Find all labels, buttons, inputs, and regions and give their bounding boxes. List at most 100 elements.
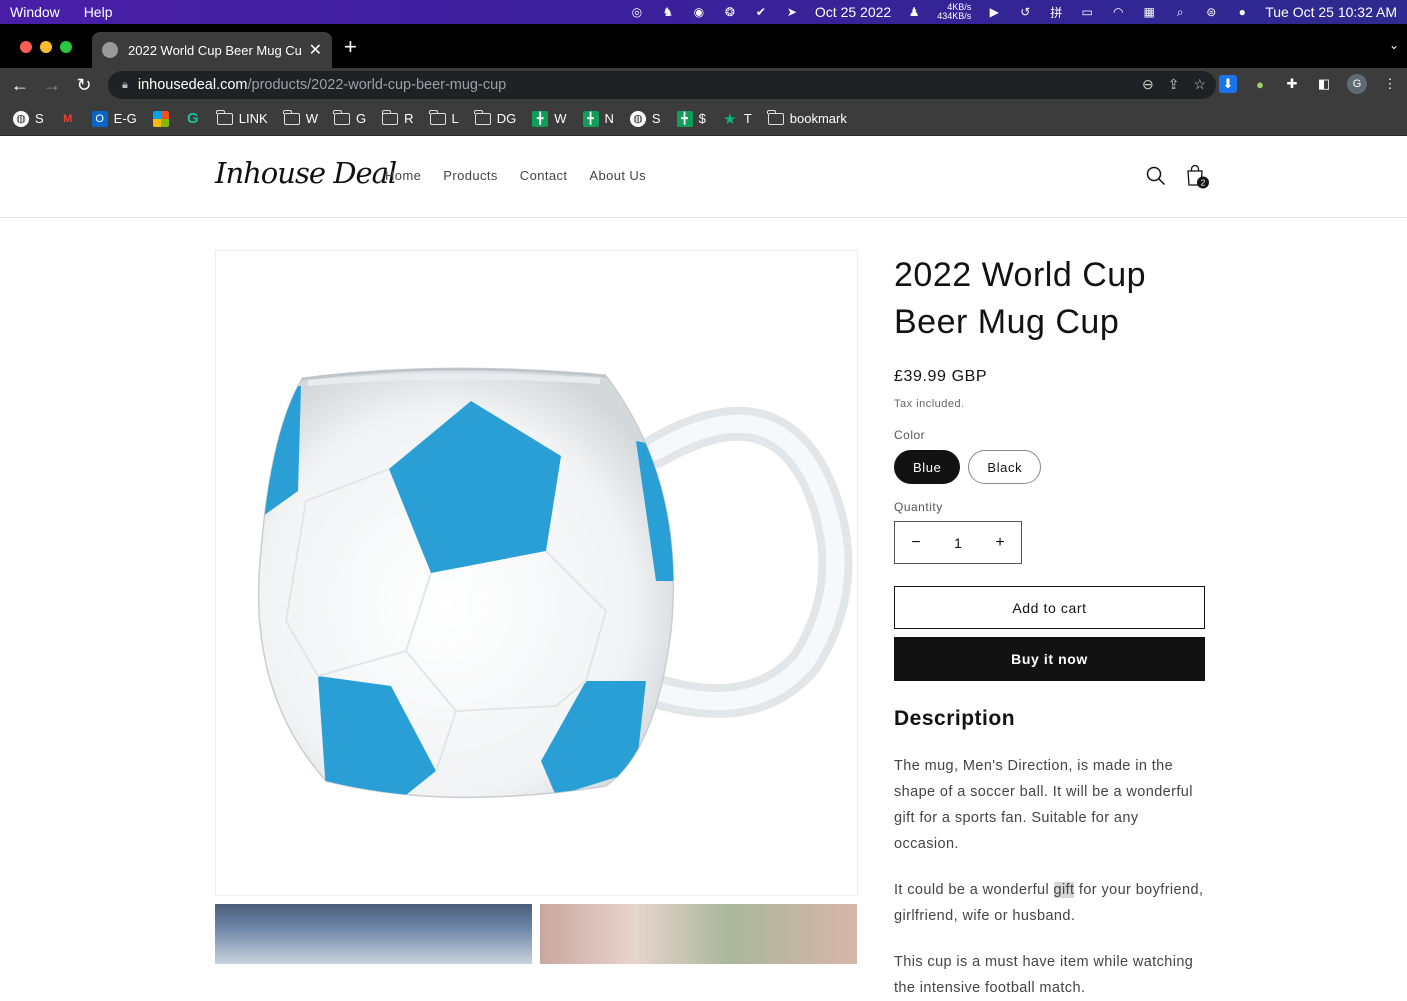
tax-note: Tax included. — [894, 398, 965, 410]
input-method-icon[interactable]: 拼 — [1048, 4, 1064, 20]
new-tab-button[interactable]: + — [344, 34, 357, 60]
check-icon[interactable]: ✔ — [753, 4, 769, 20]
bookmark-folder[interactable]: DG — [474, 109, 516, 126]
forward-button[interactable]: → — [36, 75, 68, 96]
bookmark-item[interactable]: ╋ W — [532, 110, 567, 127]
url-host: inhousedeal.com — [137, 77, 248, 93]
menubar-clock[interactable]: Tue Oct 25 10:32 AM — [1265, 4, 1397, 20]
time-machine-icon[interactable]: ↺ — [1017, 4, 1033, 20]
bookmark-item[interactable]: ◍ S — [629, 110, 661, 127]
product-price: £39.99 GBP — [894, 368, 988, 385]
siri-icon[interactable]: ● — [1234, 4, 1250, 20]
bookmark-item[interactable]: M — [60, 111, 76, 127]
bookmark-star-icon[interactable]: ☆ — [1193, 76, 1206, 93]
thumbnail-image[interactable] — [215, 904, 532, 964]
bookmark-item[interactable]: ★ T — [722, 110, 752, 128]
folder-icon — [333, 109, 350, 125]
bear-icon[interactable]: ❂ — [722, 4, 738, 20]
sheets-icon: ╋ — [582, 110, 599, 127]
bookmark-item[interactable]: ◍ S — [13, 110, 44, 127]
circle-extension-icon[interactable]: ● — [1251, 75, 1269, 93]
star-icon: ★ — [723, 110, 737, 128]
quantity-input[interactable]: 1 — [954, 535, 962, 551]
description-paragraph: The mug, Men's Direction, is made in the… — [894, 758, 1193, 852]
microsoft-icon — [152, 110, 169, 127]
nav-products[interactable]: Products — [443, 168, 498, 183]
site-logo[interactable]: Inhouse Deal — [215, 156, 397, 190]
play-icon[interactable]: ▶ — [986, 4, 1002, 20]
bookmark-folder[interactable]: LINK — [216, 109, 268, 126]
bookmark-item[interactable]: G — [185, 110, 201, 127]
search-icon[interactable] — [1146, 166, 1166, 186]
bookmarks-bar: ◍ S M O E-G G LINK W G R L DG ╋ W ╋ N ◍ S ╋ $ … — [0, 102, 1407, 136]
bookmark-item[interactable]: O E-G — [91, 110, 137, 127]
keyboard-icon[interactable]: ▦ — [1141, 4, 1157, 20]
folder-icon — [767, 109, 784, 125]
thumbnail-image[interactable] — [540, 904, 857, 964]
wifi-icon[interactable]: ◠ — [1110, 4, 1126, 20]
zoom-icon[interactable]: ⊖ — [1142, 76, 1154, 93]
bookmark-folder[interactable]: W — [283, 109, 318, 126]
bookmark-folder[interactable]: bookmark — [767, 109, 847, 126]
bookmark-item[interactable]: ╋ $ — [676, 110, 706, 127]
battery-icon[interactable]: ▭ — [1079, 4, 1095, 20]
close-tab-icon[interactable]: ✕ — [309, 40, 322, 60]
folder-icon — [381, 109, 399, 125]
download-extension-icon[interactable]: ⬇ — [1219, 75, 1237, 93]
quantity-label: Quantity — [894, 500, 943, 514]
zoom-window-button[interactable] — [60, 41, 72, 53]
tab-search-chevron-icon[interactable]: ⌄ — [1389, 38, 1399, 52]
spotlight-icon[interactable]: ⌕ — [1172, 4, 1188, 20]
bookmark-item[interactable]: ╋ N — [582, 110, 614, 127]
close-window-button[interactable] — [20, 41, 32, 53]
reload-button[interactable]: ↻ — [68, 75, 100, 96]
product-info: 2022 World Cup Beer Mug Cup £39.99 GBP T… — [894, 252, 1206, 1001]
add-to-cart-button[interactable]: Add to cart — [894, 586, 1205, 629]
bookmark-folder[interactable]: L — [429, 109, 459, 126]
increase-quantity-button[interactable]: + — [993, 534, 1007, 552]
arrow-icon[interactable]: ➤ — [784, 4, 800, 20]
globe-icon — [102, 42, 118, 58]
menu-window[interactable]: Window — [10, 4, 60, 20]
back-button[interactable]: ← — [4, 75, 36, 96]
control-center-icon[interactable]: ⊜ — [1203, 4, 1219, 20]
folder-icon — [283, 109, 300, 125]
sheets-icon: ╋ — [676, 110, 693, 127]
nav-home[interactable]: Home — [385, 168, 421, 183]
soccer-mug-image — [257, 367, 853, 799]
address-bar[interactable]: 🔒︎ inhousedeal.com/products/2022-world-c… — [108, 71, 1216, 99]
menu-help[interactable]: Help — [84, 4, 113, 20]
nav-contact[interactable]: Contact — [520, 168, 568, 183]
network-speed: 4KB/s 434KB/s — [937, 2, 972, 21]
browser-tabbar: 2022 World Cup Beer Mug Cup ✕ + ⌄ — [0, 24, 1407, 68]
window-controls — [20, 41, 72, 53]
extensions-puzzle-icon[interactable]: ✚ — [1283, 75, 1301, 93]
wechat-icon[interactable]: ◎ — [629, 4, 645, 20]
product-main-image[interactable] — [215, 250, 858, 896]
minimize-window-button[interactable] — [40, 41, 52, 53]
bookmark-folder[interactable]: G — [333, 109, 366, 126]
share-icon[interactable]: ⇪ — [1168, 76, 1180, 93]
cart-icon[interactable]: 2 — [1184, 163, 1210, 189]
sheets-icon: ╋ — [532, 110, 549, 127]
profile-avatar[interactable]: G — [1347, 74, 1367, 94]
bookmark-folder[interactable]: R — [381, 109, 414, 126]
color-option-black[interactable]: Black — [968, 450, 1042, 484]
gmail-icon: M — [63, 112, 73, 125]
qq-icon[interactable]: ♞ — [660, 4, 676, 20]
buy-now-button[interactable]: Buy it now — [894, 637, 1205, 681]
menubar-date[interactable]: Oct 25 2022 — [815, 4, 891, 20]
description-paragraph: This cup is a must have item while watch… — [894, 954, 1194, 996]
bookmark-item[interactable] — [152, 110, 169, 127]
macos-menubar: Window Help ◎ ♞ ◉ ❂ ✔ ➤ Oct 25 2022 ♟ 4K… — [0, 0, 1407, 24]
lock-icon[interactable]: 🔒︎ — [122, 79, 128, 92]
color-option-blue[interactable]: Blue — [894, 450, 961, 484]
nav-about-us[interactable]: About Us — [589, 168, 646, 183]
messenger-icon[interactable]: ◉ — [691, 4, 707, 20]
chrome-menu-icon[interactable]: ⋮ — [1381, 75, 1399, 93]
decrease-quantity-button[interactable]: − — [909, 534, 923, 552]
cat-icon[interactable]: ♟ — [906, 4, 922, 20]
globe-icon: ◍ — [629, 110, 646, 127]
side-panel-icon[interactable]: ◧ — [1315, 75, 1333, 93]
active-tab[interactable]: 2022 World Cup Beer Mug Cup ✕ — [92, 32, 332, 68]
